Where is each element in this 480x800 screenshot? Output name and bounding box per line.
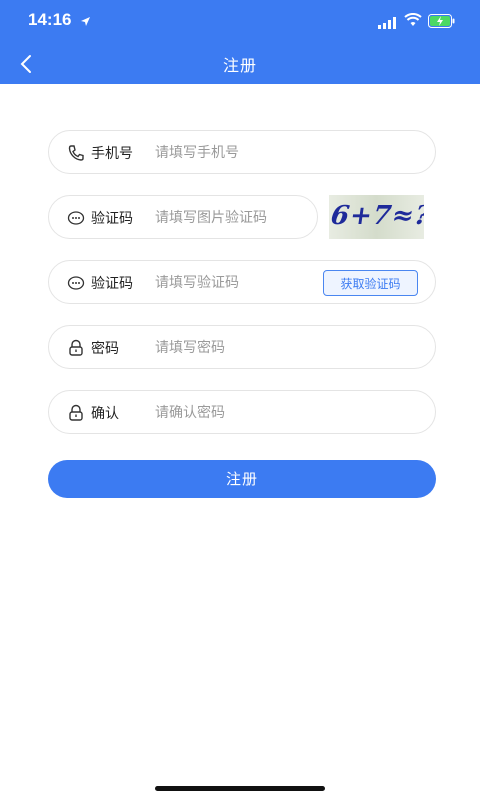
battery-charging-icon [428,13,456,32]
confirm-label: 确认 [91,406,119,422]
confirm-password-field: 确认 [48,390,436,434]
message-bubble-icon [67,209,85,227]
captcha-text: 6+7≈? [329,201,424,231]
password-input[interactable] [155,335,415,361]
status-time: 14:16 [28,10,72,29]
page-title: 注册 [222,56,257,75]
sms-code-input[interactable] [155,270,315,296]
home-indicator [155,786,325,791]
phone-field: 手机号 [48,130,436,174]
location-arrow-icon [80,12,91,31]
image-code-label: 验证码 [91,211,133,227]
image-code-field: 验证码 [48,195,318,239]
signal-icon [378,14,398,33]
wifi-icon [404,12,422,31]
lock-icon [67,339,85,357]
sms-code-label: 验证码 [91,276,133,292]
get-sms-code-button[interactable]: 获取验证码 [323,270,418,296]
phone-icon [67,144,85,162]
image-code-input[interactable] [155,205,305,231]
captcha-image[interactable]: 6+7≈? [329,195,424,239]
phone-input[interactable] [155,140,415,166]
password-field: 密码 [48,325,436,369]
confirm-password-input[interactable] [155,400,415,426]
message-bubble-icon [67,274,85,292]
lock-icon [67,404,85,422]
password-label: 密码 [91,341,119,357]
app-header: 14:16 注册 [0,0,480,84]
phone-label: 手机号 [91,146,133,162]
register-button[interactable]: 注册 [48,460,436,498]
